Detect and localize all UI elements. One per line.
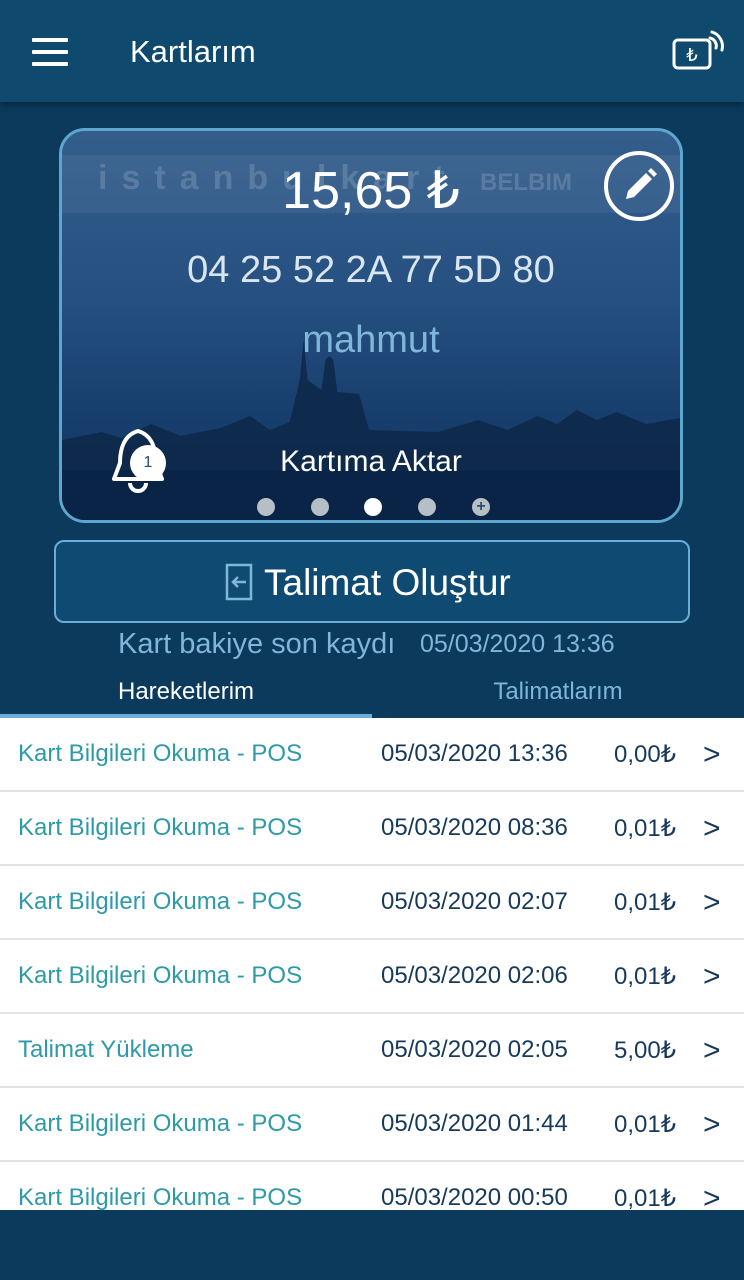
transaction-row[interactable]: Kart Bilgileri Okuma - POS 05/03/2020 02… [0, 866, 744, 940]
create-order-label: Talimat Oluştur [264, 562, 511, 603]
chevron-right-icon[interactable]: > [703, 960, 721, 994]
transaction-datetime: 05/03/2020 02:07 [381, 888, 568, 915]
transaction-row[interactable]: Talimat Yükleme 05/03/2020 02:05 5,00₺ > [0, 1014, 744, 1088]
transaction-row[interactable]: Kart Bilgileri Okuma - POS 05/03/2020 02… [0, 940, 744, 1014]
transaction-description: Talimat Yükleme [18, 1036, 194, 1063]
carousel-dot-2[interactable] [311, 498, 329, 516]
carousel-dot-4[interactable] [418, 498, 436, 516]
transaction-amount: 0,01₺ [614, 815, 676, 842]
transaction-description: Kart Bilgileri Okuma - POS [18, 888, 303, 915]
exit-door-icon [225, 563, 253, 601]
transaction-datetime: 05/03/2020 08:36 [381, 814, 568, 841]
page-title: Kartlarım [130, 34, 256, 69]
chevron-right-icon[interactable]: > [703, 812, 721, 846]
last-record-datetime: 05/03/2020 13:36 [420, 630, 615, 658]
carousel-dot-1[interactable] [257, 498, 275, 516]
transaction-amount: 0,01₺ [614, 889, 676, 916]
transaction-amount: 5,00₺ [614, 1037, 676, 1064]
istanbulkart-card[interactable]: istanbulkart BELBIM 15,65 ₺ 04 25 52 2A … [59, 128, 683, 523]
transaction-row[interactable]: Kart Bilgileri Okuma - POS 05/03/2020 00… [0, 1162, 744, 1210]
carousel-dot-3-active[interactable] [364, 498, 382, 516]
transaction-datetime: 05/03/2020 02:06 [381, 962, 568, 989]
bottom-bar [0, 1210, 744, 1280]
transaction-description: Kart Bilgileri Okuma - POS [18, 740, 303, 767]
create-order-button[interactable]: Talimat Oluştur [54, 540, 690, 623]
transfer-to-card-link[interactable]: Kartıma Aktar [62, 445, 680, 479]
transaction-description: Kart Bilgileri Okuma - POS [18, 962, 303, 989]
card-number: 04 25 52 2A 77 5D 80 [187, 249, 555, 291]
edit-card-button[interactable] [604, 151, 674, 221]
last-record-label: Kart bakiye son kaydı [118, 628, 396, 660]
transaction-amount: 0,00₺ [614, 741, 676, 768]
transaction-datetime: 05/03/2020 02:05 [381, 1036, 568, 1063]
add-card-plus-icon[interactable]: + [472, 498, 490, 516]
chevron-right-icon[interactable]: > [703, 886, 721, 920]
transaction-description: Kart Bilgileri Okuma - POS [18, 1184, 303, 1210]
hamburger-menu-icon[interactable] [32, 38, 68, 66]
transaction-datetime: 05/03/2020 00:50 [381, 1184, 568, 1210]
card-balance: 15,65 ₺ [282, 162, 460, 220]
transaction-row[interactable]: Kart Bilgileri Okuma - POS 05/03/2020 01… [0, 1088, 744, 1162]
transaction-amount: 0,01₺ [614, 1111, 676, 1138]
card-holder-name: mahmut [302, 319, 440, 361]
transaction-description: Kart Bilgileri Okuma - POS [18, 1110, 303, 1137]
transaction-amount: 0,01₺ [614, 963, 676, 990]
nfc-lira-card-icon[interactable]: ₺ [672, 28, 726, 74]
tab-hareketlerim[interactable]: Hareketlerim [0, 678, 372, 706]
transaction-datetime: 05/03/2020 13:36 [381, 740, 568, 767]
chevron-right-icon[interactable]: > [703, 1034, 721, 1068]
svg-text:₺: ₺ [686, 45, 697, 66]
transaction-description: Kart Bilgileri Okuma - POS [18, 814, 303, 841]
chevron-right-icon[interactable]: > [703, 1108, 721, 1142]
transaction-row[interactable]: Kart Bilgileri Okuma - POS 05/03/2020 08… [0, 792, 744, 866]
transaction-row[interactable]: Kart Bilgileri Okuma - POS 05/03/2020 13… [0, 718, 744, 792]
chevron-right-icon[interactable]: > [703, 1182, 721, 1210]
tab-talimatlarim[interactable]: Talimatlarım [372, 678, 744, 706]
app-bar: Kartlarım ₺ [0, 0, 744, 102]
pencil-icon [626, 168, 657, 199]
transaction-datetime: 05/03/2020 01:44 [381, 1110, 568, 1137]
chevron-right-icon[interactable]: > [703, 738, 721, 772]
transaction-amount: 0,01₺ [614, 1185, 676, 1210]
transactions-list: Kart Bilgileri Okuma - POS 05/03/2020 13… [0, 718, 744, 1210]
